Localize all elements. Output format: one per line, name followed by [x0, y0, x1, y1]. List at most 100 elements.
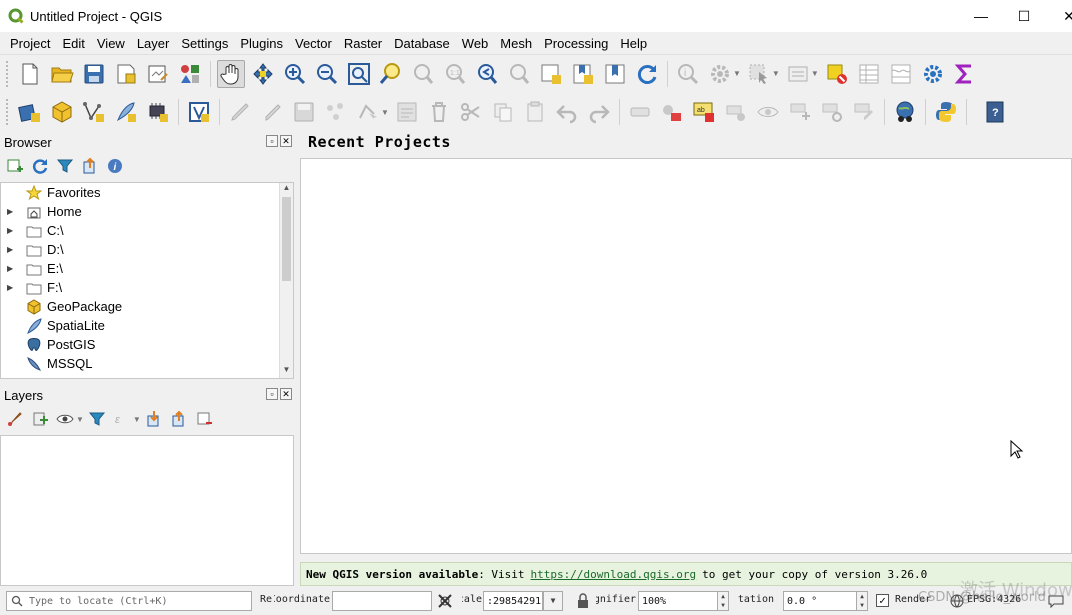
- menu-database[interactable]: Database: [388, 36, 456, 51]
- browser-item-favorites[interactable]: Favorites: [1, 183, 100, 202]
- locator-search-input[interactable]: Type to locate (Ctrl+K): [6, 591, 252, 611]
- layers-tree[interactable]: [0, 435, 294, 586]
- move-label-button[interactable]: [786, 98, 814, 126]
- paste-features-button[interactable]: [521, 98, 549, 126]
- new-map-view-button[interactable]: [537, 60, 565, 88]
- zoom-out-button[interactable]: [313, 60, 341, 88]
- style-manager-button[interactable]: [176, 60, 204, 88]
- chevron-down-icon[interactable]: ▼: [811, 69, 819, 78]
- attribute-table-button[interactable]: [855, 60, 883, 88]
- zoom-to-layer-button[interactable]: [409, 60, 437, 88]
- scale-input[interactable]: :29854291: [483, 591, 543, 611]
- minimize-button[interactable]: —: [958, 0, 1004, 32]
- vertex-tool-button[interactable]: [354, 98, 382, 126]
- float-panel-icon[interactable]: ▫: [266, 388, 278, 400]
- close-panel-icon[interactable]: ✕: [280, 388, 292, 400]
- filter-legend-button[interactable]: [86, 408, 108, 430]
- float-panel-icon[interactable]: ▫: [266, 135, 278, 147]
- add-selected-layers-button[interactable]: [4, 155, 26, 177]
- refresh-browser-button[interactable]: [29, 155, 51, 177]
- render-checkbox[interactable]: ✓: [876, 594, 889, 607]
- browser-tree[interactable]: Favorites ▶ Home ▶ C:\ ▶ D:\ ▶ E:\ ▶ F:\…: [0, 182, 294, 379]
- style-panel-button[interactable]: [4, 408, 26, 430]
- save-layer-edits-button[interactable]: [290, 98, 318, 126]
- new-bookmark-button[interactable]: [569, 60, 597, 88]
- zoom-native-button[interactable]: 1:1: [441, 60, 469, 88]
- pin-labels-button[interactable]: ab: [690, 98, 718, 126]
- browser-scrollbar[interactable]: ▲ ▼: [279, 183, 293, 378]
- close-button[interactable]: ✕: [1046, 0, 1072, 32]
- scale-dropdown[interactable]: ▼: [543, 591, 563, 611]
- properties-button[interactable]: i: [104, 155, 126, 177]
- menu-layer[interactable]: Layer: [131, 36, 176, 51]
- show-bookmarks-button[interactable]: [601, 60, 629, 88]
- browser-item-home[interactable]: ▶ Home: [1, 202, 82, 221]
- browser-item-geopackage[interactable]: GeoPackage: [1, 297, 122, 316]
- menu-vector[interactable]: Vector: [289, 36, 338, 51]
- maximize-button[interactable]: ☐: [1001, 0, 1047, 32]
- print-layout-button[interactable]: [144, 60, 172, 88]
- menu-processing[interactable]: Processing: [538, 36, 614, 51]
- run-feature-action-button[interactable]: [706, 60, 734, 88]
- save-project-button[interactable]: [80, 60, 108, 88]
- expand-arrow-icon[interactable]: ▶: [7, 264, 17, 273]
- browser-item-c-drive[interactable]: ▶ C:\: [1, 221, 64, 240]
- lock-icon[interactable]: [576, 593, 590, 609]
- undo-button[interactable]: [553, 98, 581, 126]
- magnifier-input[interactable]: 100%: [638, 591, 718, 611]
- show-hide-labels-button[interactable]: [754, 98, 782, 126]
- cut-features-button[interactable]: [457, 98, 485, 126]
- expand-arrow-icon[interactable]: ▶: [7, 207, 17, 216]
- menu-settings[interactable]: Settings: [175, 36, 234, 51]
- metasearch-button[interactable]: [891, 98, 919, 126]
- menu-help[interactable]: Help: [614, 36, 653, 51]
- rotate-label-button[interactable]: [818, 98, 846, 126]
- coordinate-input[interactable]: [332, 591, 432, 611]
- field-calculator-button[interactable]: [887, 60, 915, 88]
- expand-arrow-icon[interactable]: ▶: [7, 245, 17, 254]
- manage-map-themes-button[interactable]: [54, 408, 76, 430]
- processing-toolbox-button[interactable]: [919, 60, 947, 88]
- select-by-value-button[interactable]: [784, 60, 812, 88]
- help-contents-button[interactable]: ?: [981, 98, 1009, 126]
- modify-attributes-button[interactable]: [393, 98, 421, 126]
- label-toolbar-button[interactable]: [626, 98, 654, 126]
- menu-web[interactable]: Web: [456, 36, 495, 51]
- menu-edit[interactable]: Edit: [56, 36, 90, 51]
- current-edits-button[interactable]: [226, 98, 254, 126]
- new-shapefile-button[interactable]: [80, 98, 108, 126]
- filter-browser-button[interactable]: [54, 155, 76, 177]
- zoom-next-button[interactable]: [505, 60, 533, 88]
- open-project-button[interactable]: [48, 60, 76, 88]
- zoom-last-button[interactable]: [473, 60, 501, 88]
- menu-project[interactable]: Project: [4, 36, 56, 51]
- scrollbar-thumb[interactable]: [282, 197, 291, 281]
- zoom-full-button[interactable]: [345, 60, 373, 88]
- scroll-down-icon[interactable]: ▼: [280, 365, 293, 378]
- change-label-button[interactable]: [850, 98, 878, 126]
- remove-layer-button[interactable]: [193, 408, 215, 430]
- select-features-button[interactable]: [745, 60, 773, 88]
- chevron-down-icon[interactable]: ▼: [76, 415, 84, 424]
- redo-button[interactable]: [585, 98, 613, 126]
- download-link[interactable]: https://download.qgis.org: [531, 568, 697, 581]
- filter-by-expression-button[interactable]: ε: [111, 408, 133, 430]
- browser-item-postgis[interactable]: PostGIS: [1, 335, 95, 354]
- pan-map-button[interactable]: [217, 59, 245, 88]
- zoom-in-button[interactable]: [281, 60, 309, 88]
- delete-selected-button[interactable]: [425, 98, 453, 126]
- expand-arrow-icon[interactable]: ▶: [7, 283, 17, 292]
- rotation-input[interactable]: 0.0 °: [783, 591, 857, 611]
- browser-item-mssql[interactable]: MSSQL: [1, 354, 93, 373]
- menu-plugins[interactable]: Plugins: [234, 36, 289, 51]
- chevron-down-icon[interactable]: ▼: [772, 69, 780, 78]
- zoom-to-selection-button[interactable]: [377, 60, 405, 88]
- layer-labeling-button[interactable]: [658, 98, 686, 126]
- expand-arrow-icon[interactable]: ▶: [7, 226, 17, 235]
- chevron-down-icon[interactable]: ▼: [381, 108, 389, 117]
- browser-item-f-drive[interactable]: ▶ F:\: [1, 278, 62, 297]
- expand-all-button[interactable]: [143, 408, 165, 430]
- digitize-button[interactable]: [322, 98, 350, 126]
- chevron-down-icon[interactable]: ▼: [133, 415, 141, 424]
- new-temporary-layer-button[interactable]: [144, 98, 172, 126]
